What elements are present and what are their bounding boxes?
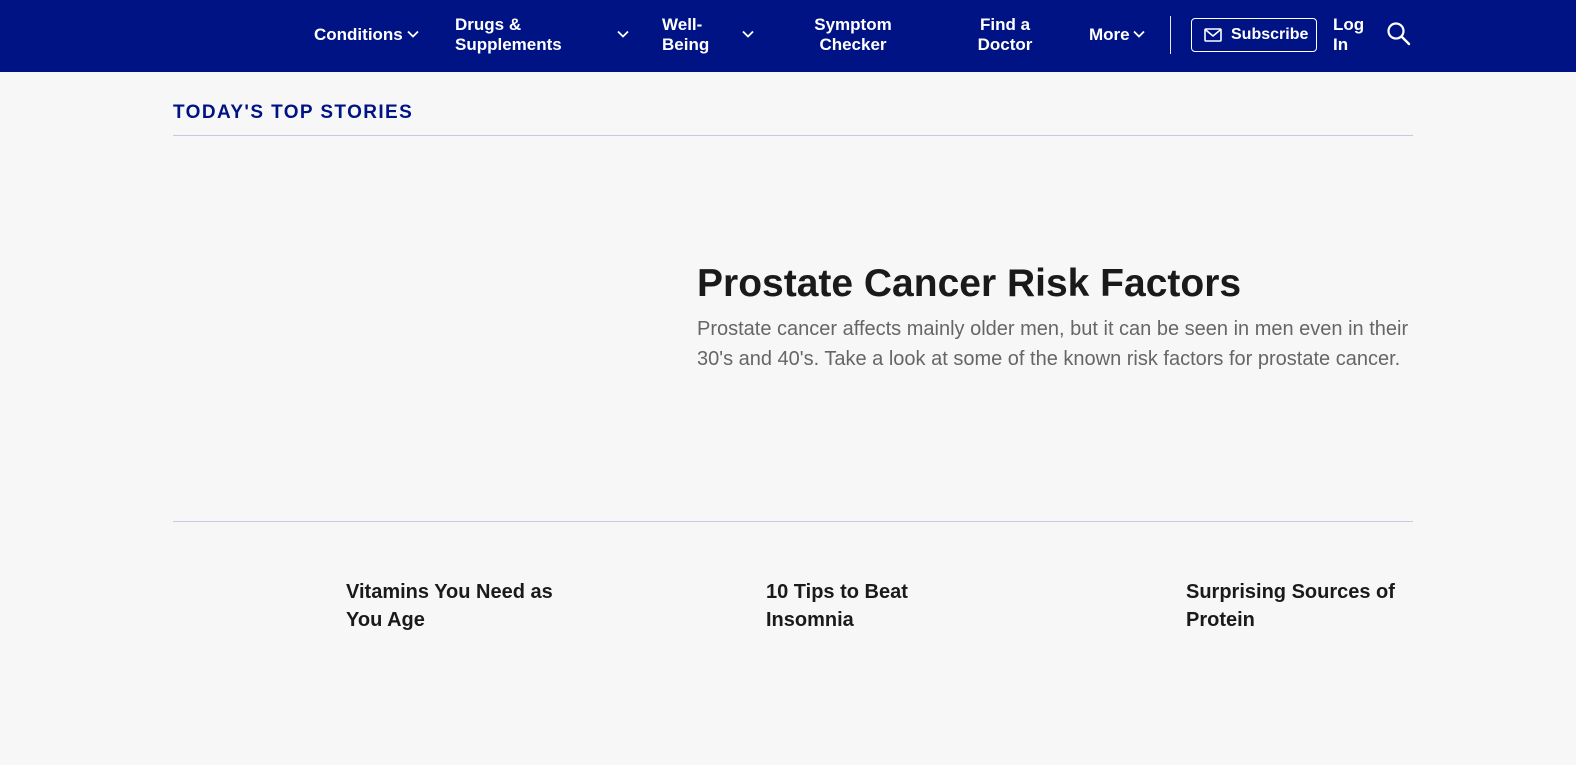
chevron-down-icon[interactable]: [742, 30, 754, 38]
nav-find-a-doctor[interactable]: Find a Doctor: [974, 15, 1036, 55]
story-link[interactable]: Vitamins You Need as You Age: [346, 578, 553, 634]
story-link[interactable]: 10 Tips to Beat Insomnia: [766, 578, 908, 634]
section-divider-top: [173, 135, 1413, 136]
nav-more-label: More: [1089, 25, 1130, 44]
section-divider-bottom: [173, 521, 1413, 522]
nav-conditions-label: Conditions: [314, 25, 403, 44]
nav-symptom-label-line1: Symptom: [814, 15, 892, 34]
nav-drugs-supplements[interactable]: Drugs & Supplements: [455, 15, 562, 55]
chevron-down-icon[interactable]: [1133, 30, 1145, 38]
nav-doctor-label-line2: Doctor: [977, 35, 1033, 54]
nav-wellbeing-label-line2: Being: [662, 35, 710, 54]
story-link[interactable]: Surprising Sources of Protein: [1186, 578, 1395, 634]
nav-wellbeing-label-line1: Well-: [662, 15, 703, 34]
login-label-line2: In: [1333, 35, 1349, 54]
search-icon[interactable]: [1386, 21, 1412, 47]
nav-drugs-label-line2: Supplements: [455, 35, 562, 54]
nav-divider: [1170, 16, 1171, 54]
nav-doctor-label-line1: Find a: [979, 15, 1031, 34]
nav-more[interactable]: More: [1089, 25, 1130, 45]
hero-story-description: Prostate cancer affects mainly older men…: [697, 318, 1409, 370]
subscribe-label: Subscribe: [1231, 26, 1309, 43]
nav-well-being[interactable]: Well- Being: [662, 15, 709, 55]
hero-story-title[interactable]: Prostate Cancer Risk Factors: [697, 262, 1241, 306]
chevron-down-icon[interactable]: [617, 30, 629, 38]
nav-conditions[interactable]: Conditions: [314, 25, 403, 45]
login-link[interactable]: Log In: [1333, 15, 1364, 55]
chevron-down-icon[interactable]: [407, 30, 419, 38]
story-title-line1: Vitamins You Need as: [346, 581, 553, 603]
story-title-line1: 10 Tips to Beat: [766, 581, 908, 603]
section-title: TODAY'S TOP STORIES: [173, 102, 414, 123]
nav-drugs-label-line1: Drugs &: [455, 15, 522, 34]
story-title-line1: Surprising Sources of: [1186, 581, 1395, 603]
login-label-line1: Log: [1333, 15, 1365, 34]
story-title-line2: Insomnia: [766, 609, 854, 631]
nav-symptom-checker[interactable]: Symptom Checker: [814, 15, 892, 55]
story-title-line2: Protein: [1186, 609, 1255, 631]
mail-icon: [1204, 28, 1222, 42]
story-title-line2: You Age: [346, 609, 425, 631]
top-navigation-bar: Conditions Drugs & Supplements Well- Bei…: [0, 0, 1576, 72]
subscribe-button[interactable]: Subscribe: [1191, 18, 1317, 52]
nav-symptom-label-line2: Checker: [819, 35, 887, 54]
